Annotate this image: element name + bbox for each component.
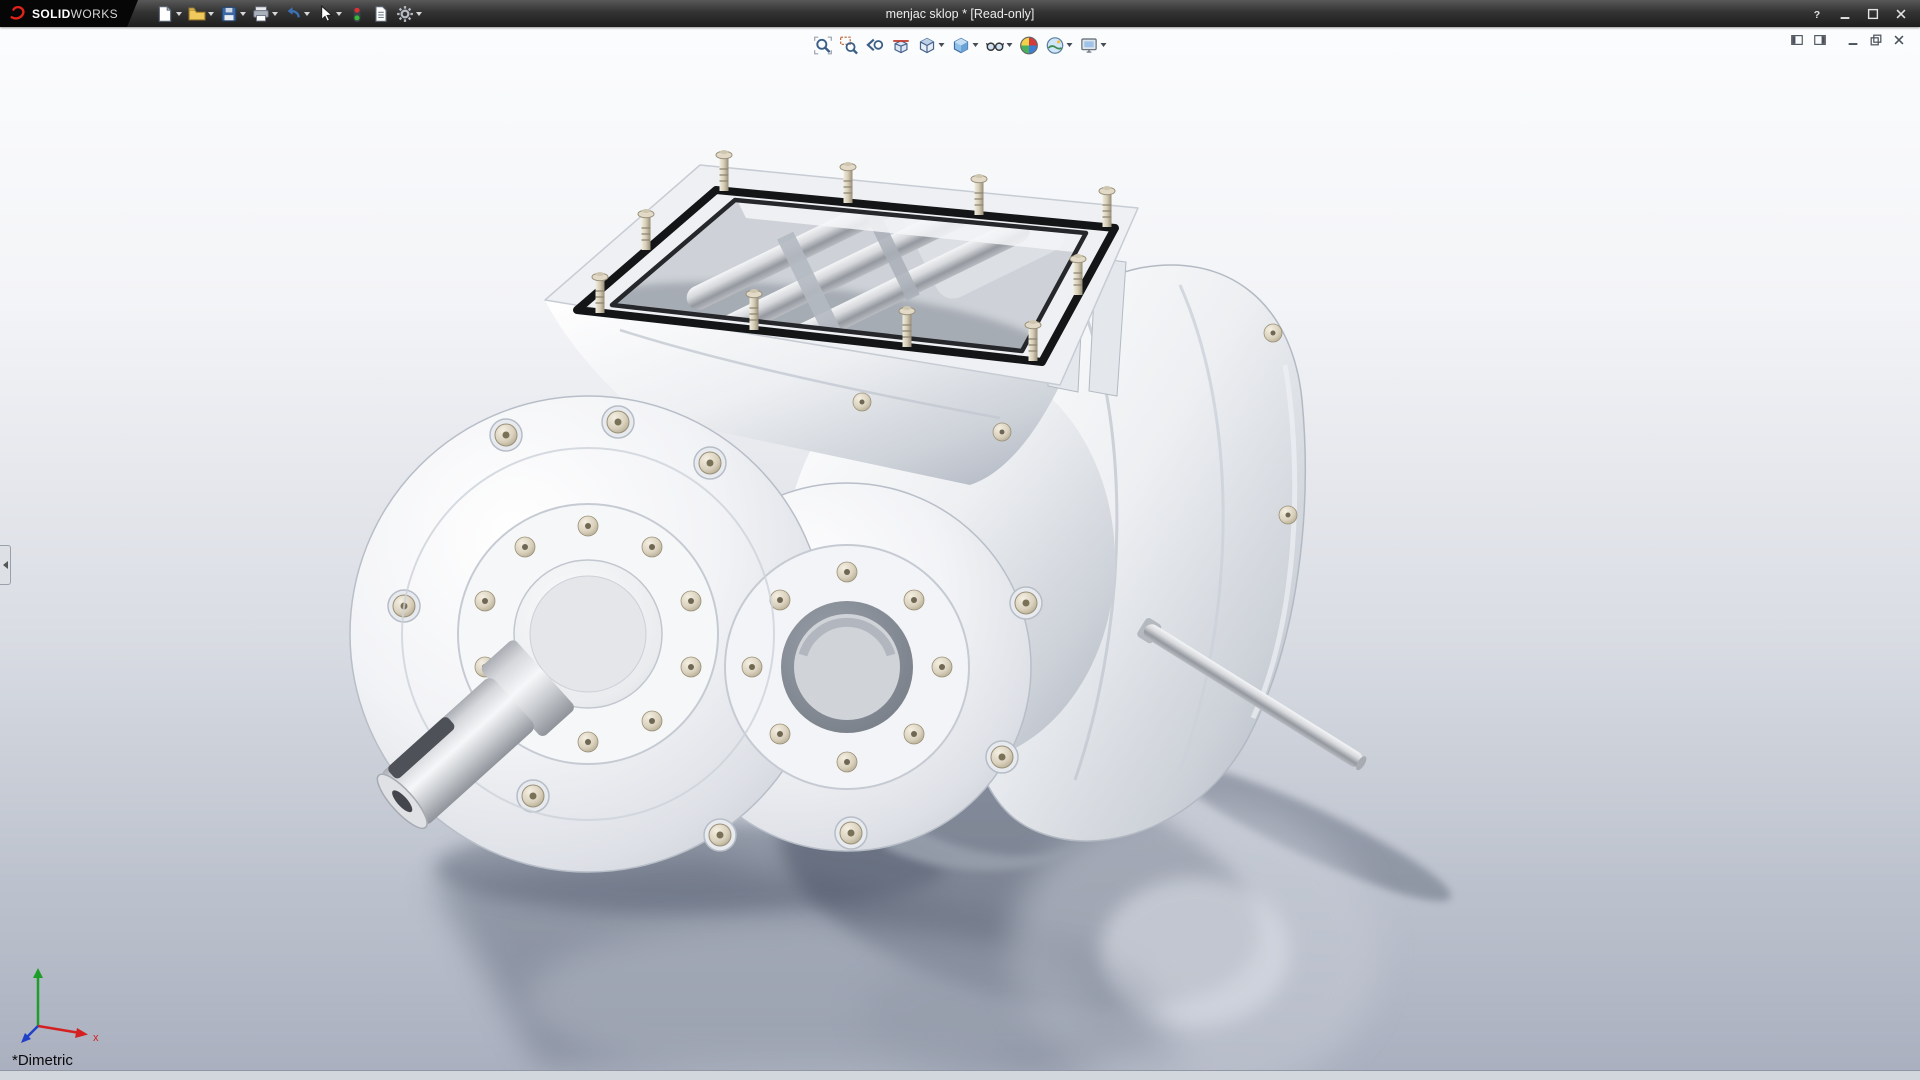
view-orientation-label: *Dimetric: [12, 1052, 73, 1069]
select-icon: [316, 5, 334, 23]
dropdown-caret-icon[interactable]: [416, 12, 422, 16]
status-bar: [0, 1070, 1920, 1080]
x-axis: [38, 1026, 80, 1033]
heads-up-view-toolbar: [812, 33, 1109, 57]
doc-pane-left-icon: [1790, 33, 1804, 47]
window-maximize-icon: [1866, 7, 1880, 21]
dropdown-caret-icon[interactable]: [240, 12, 246, 16]
open-button[interactable]: [186, 2, 216, 25]
y-axis-arrowhead: [33, 968, 43, 978]
doc-pane-left-button[interactable]: [1787, 31, 1806, 48]
open-icon: [188, 5, 206, 23]
doc-close-button[interactable]: [1889, 31, 1908, 48]
file-properties-icon: [372, 5, 390, 23]
window-help-button[interactable]: [1804, 4, 1830, 23]
new-document-button[interactable]: [154, 2, 184, 25]
zoom-to-fit-icon: [814, 36, 833, 55]
options-icon: [396, 5, 414, 23]
view-settings-icon: [1080, 36, 1099, 55]
window-close-icon: [1894, 7, 1908, 21]
select-button[interactable]: [314, 2, 344, 25]
save-button[interactable]: [218, 2, 248, 25]
new-document-icon: [156, 5, 174, 23]
undo-icon: [284, 5, 302, 23]
file-properties-button[interactable]: [370, 2, 392, 25]
view-orientation-button[interactable]: [916, 33, 947, 57]
doc-minimize-icon: [1846, 33, 1860, 47]
doc-restore-button[interactable]: [1866, 31, 1885, 48]
view-orientation-icon: [918, 36, 937, 55]
doc-close-icon: [1892, 33, 1906, 47]
dropdown-caret-icon[interactable]: [336, 12, 342, 16]
print-icon: [252, 5, 270, 23]
edit-appearance-icon: [1020, 36, 1039, 55]
window-close-button[interactable]: [1888, 4, 1914, 23]
dropdown-caret-icon[interactable]: [176, 12, 182, 16]
brand-name: SOLIDWORKS: [32, 7, 118, 21]
doc-restore-icon: [1869, 33, 1883, 47]
doc-minimize-button[interactable]: [1843, 31, 1862, 48]
graphics-area[interactable]: [0, 0, 1920, 1080]
dropdown-caret-icon[interactable]: [1067, 43, 1073, 47]
section-view-icon: [892, 36, 911, 55]
window-minimize-button[interactable]: [1832, 4, 1858, 23]
dropdown-caret-icon[interactable]: [973, 43, 979, 47]
display-style-button[interactable]: [950, 33, 981, 57]
edit-appearance-button[interactable]: [1018, 33, 1041, 57]
previous-view-icon: [866, 36, 885, 55]
titlebar: SOLIDWORKS menjac sklop * [Read-only]: [0, 0, 1920, 27]
x-axis-arrowhead: [75, 1028, 88, 1038]
apply-scene-button[interactable]: [1044, 33, 1075, 57]
hide-show-items-button[interactable]: [984, 33, 1015, 57]
undo-button[interactable]: [282, 2, 312, 25]
window-maximize-button[interactable]: [1860, 4, 1886, 23]
window-title: menjac sklop * [Read-only]: [886, 7, 1035, 21]
rebuild-button[interactable]: [346, 2, 368, 25]
document-window-controls: [1787, 31, 1908, 48]
doc-pane-right-button[interactable]: [1810, 31, 1829, 48]
hide-show-items-icon: [986, 36, 1005, 55]
apply-scene-icon: [1046, 36, 1065, 55]
section-view-button[interactable]: [890, 33, 913, 57]
previous-view-button[interactable]: [864, 33, 887, 57]
doc-pane-right-icon: [1813, 33, 1827, 47]
zoom-to-fit-button[interactable]: [812, 33, 835, 57]
dropdown-caret-icon[interactable]: [272, 12, 278, 16]
dropdown-caret-icon[interactable]: [304, 12, 310, 16]
dropdown-caret-icon[interactable]: [939, 43, 945, 47]
window-minimize-icon: [1838, 7, 1852, 21]
options-button[interactable]: [394, 2, 424, 25]
orientation-triad: x: [16, 960, 108, 1052]
featuremanager-collapsed-tab[interactable]: [0, 545, 11, 585]
view-settings-button[interactable]: [1078, 33, 1109, 57]
display-style-icon: [952, 36, 971, 55]
window-help-icon: [1810, 7, 1824, 21]
zoom-to-area-icon: [840, 36, 859, 55]
rebuild-icon: [348, 5, 366, 23]
main-toolbar: [154, 2, 424, 25]
dropdown-caret-icon[interactable]: [208, 12, 214, 16]
dropdown-caret-icon[interactable]: [1101, 43, 1107, 47]
dropdown-caret-icon[interactable]: [1007, 43, 1013, 47]
zoom-to-area-button[interactable]: [838, 33, 861, 57]
app-brand: SOLIDWORKS: [0, 0, 138, 27]
brand-name-secondary: WORKS: [71, 7, 118, 21]
brand-name-primary: SOLID: [32, 7, 71, 21]
window-controls: [1804, 4, 1920, 23]
print-button[interactable]: [250, 2, 280, 25]
x-axis-label: x: [93, 1032, 99, 1044]
ds-logo-icon: [9, 5, 26, 22]
save-icon: [220, 5, 238, 23]
